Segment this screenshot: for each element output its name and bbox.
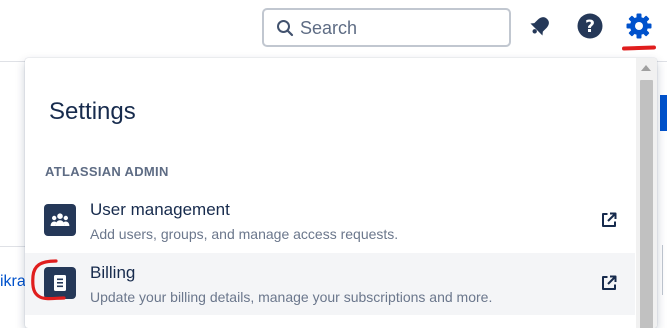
help-icon: ? <box>577 13 603 39</box>
background-blue-element <box>660 95 667 131</box>
help-button[interactable]: ? <box>575 11 605 41</box>
users-icon <box>50 213 70 226</box>
menu-item-user-management[interactable]: User management Add users, groups, and m… <box>25 190 635 252</box>
external-link-icon <box>602 275 617 290</box>
search-box[interactable] <box>262 8 511 47</box>
menu-item-title: User management <box>90 200 230 219</box>
search-icon <box>277 20 294 37</box>
annotation-underline <box>621 45 657 51</box>
scroll-up-arrow-icon[interactable] <box>641 65 651 71</box>
scrollbar-thumb[interactable] <box>640 80 653 328</box>
settings-button[interactable] <box>624 11 654 41</box>
background-link-fragment[interactable]: ikra <box>0 273 26 291</box>
top-navigation-bar: ? <box>0 0 667 60</box>
menu-item-billing[interactable]: Billing Update your billing details, man… <box>25 253 635 315</box>
panel-scrollbar[interactable] <box>636 58 657 328</box>
notifications-button[interactable] <box>525 11 555 41</box>
search-input[interactable] <box>300 14 500 42</box>
menu-item-description: Add users, groups, and manage access req… <box>90 226 399 242</box>
user-management-tile <box>44 204 76 236</box>
settings-dropdown-panel: Settings ATLASSIAN ADMIN User management… <box>25 58 657 328</box>
external-link-icon <box>602 212 617 227</box>
svg-text:?: ? <box>585 17 595 37</box>
section-heading-atlassian-admin: ATLASSIAN ADMIN <box>45 164 169 179</box>
panel-title: Settings <box>49 98 136 125</box>
menu-item-description: Update your billing details, manage your… <box>90 289 493 305</box>
background-divider-vertical <box>662 245 663 295</box>
menu-item-title: Billing <box>90 263 136 282</box>
annotation-bracket <box>31 259 66 301</box>
notifications-icon <box>530 17 549 36</box>
settings-gear-icon <box>626 13 652 39</box>
